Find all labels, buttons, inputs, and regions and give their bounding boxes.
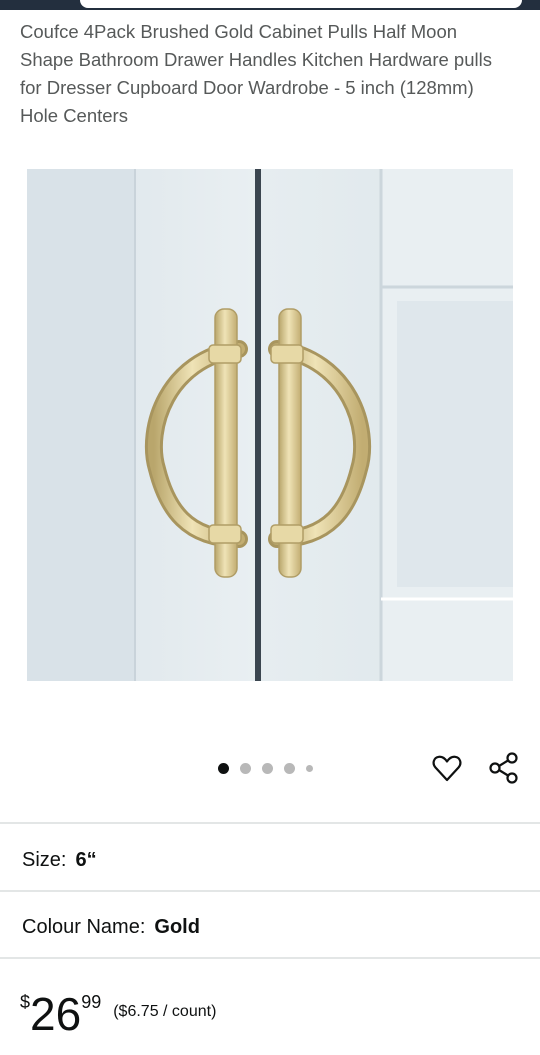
size-value: 6“: [75, 849, 97, 871]
size-label: Size:: [22, 849, 67, 871]
price-whole: 26: [30, 988, 82, 1040]
product-image[interactable]: [27, 169, 513, 681]
divider: [0, 890, 540, 892]
colour-value: Gold: [154, 916, 200, 938]
share-icon: [489, 752, 518, 784]
heart-icon: [432, 755, 462, 782]
carousel-dot-4[interactable]: [284, 762, 295, 774]
product-title: Coufce 4Pack Brushed Gold Cabinet Pulls …: [20, 21, 492, 126]
price-per-unit: ($6.75 / count): [113, 1003, 217, 1020]
colour-label: Colour Name:: [22, 916, 146, 938]
carousel-dot-2[interactable]: [240, 762, 251, 774]
image-carousel-dots[interactable]: [218, 761, 313, 775]
share-button[interactable]: [486, 750, 522, 786]
carousel-dot-5[interactable]: [306, 764, 313, 772]
divider: [0, 957, 540, 959]
search-bar[interactable]: [80, 0, 522, 8]
price-currency-symbol: $: [20, 992, 31, 1012]
size-selector[interactable]: Size: 6“: [22, 848, 97, 872]
price-fraction: 99: [81, 992, 102, 1012]
add-to-wishlist-button[interactable]: [429, 750, 465, 786]
colour-selector[interactable]: Colour Name: Gold: [22, 915, 200, 939]
app-header-bar: [0, 0, 540, 10]
divider: [0, 822, 540, 824]
carousel-dot-1[interactable]: [218, 762, 229, 774]
carousel-dot-3[interactable]: [262, 762, 273, 774]
price-block: $ 26 99 ($6.75 / count): [20, 986, 216, 1042]
